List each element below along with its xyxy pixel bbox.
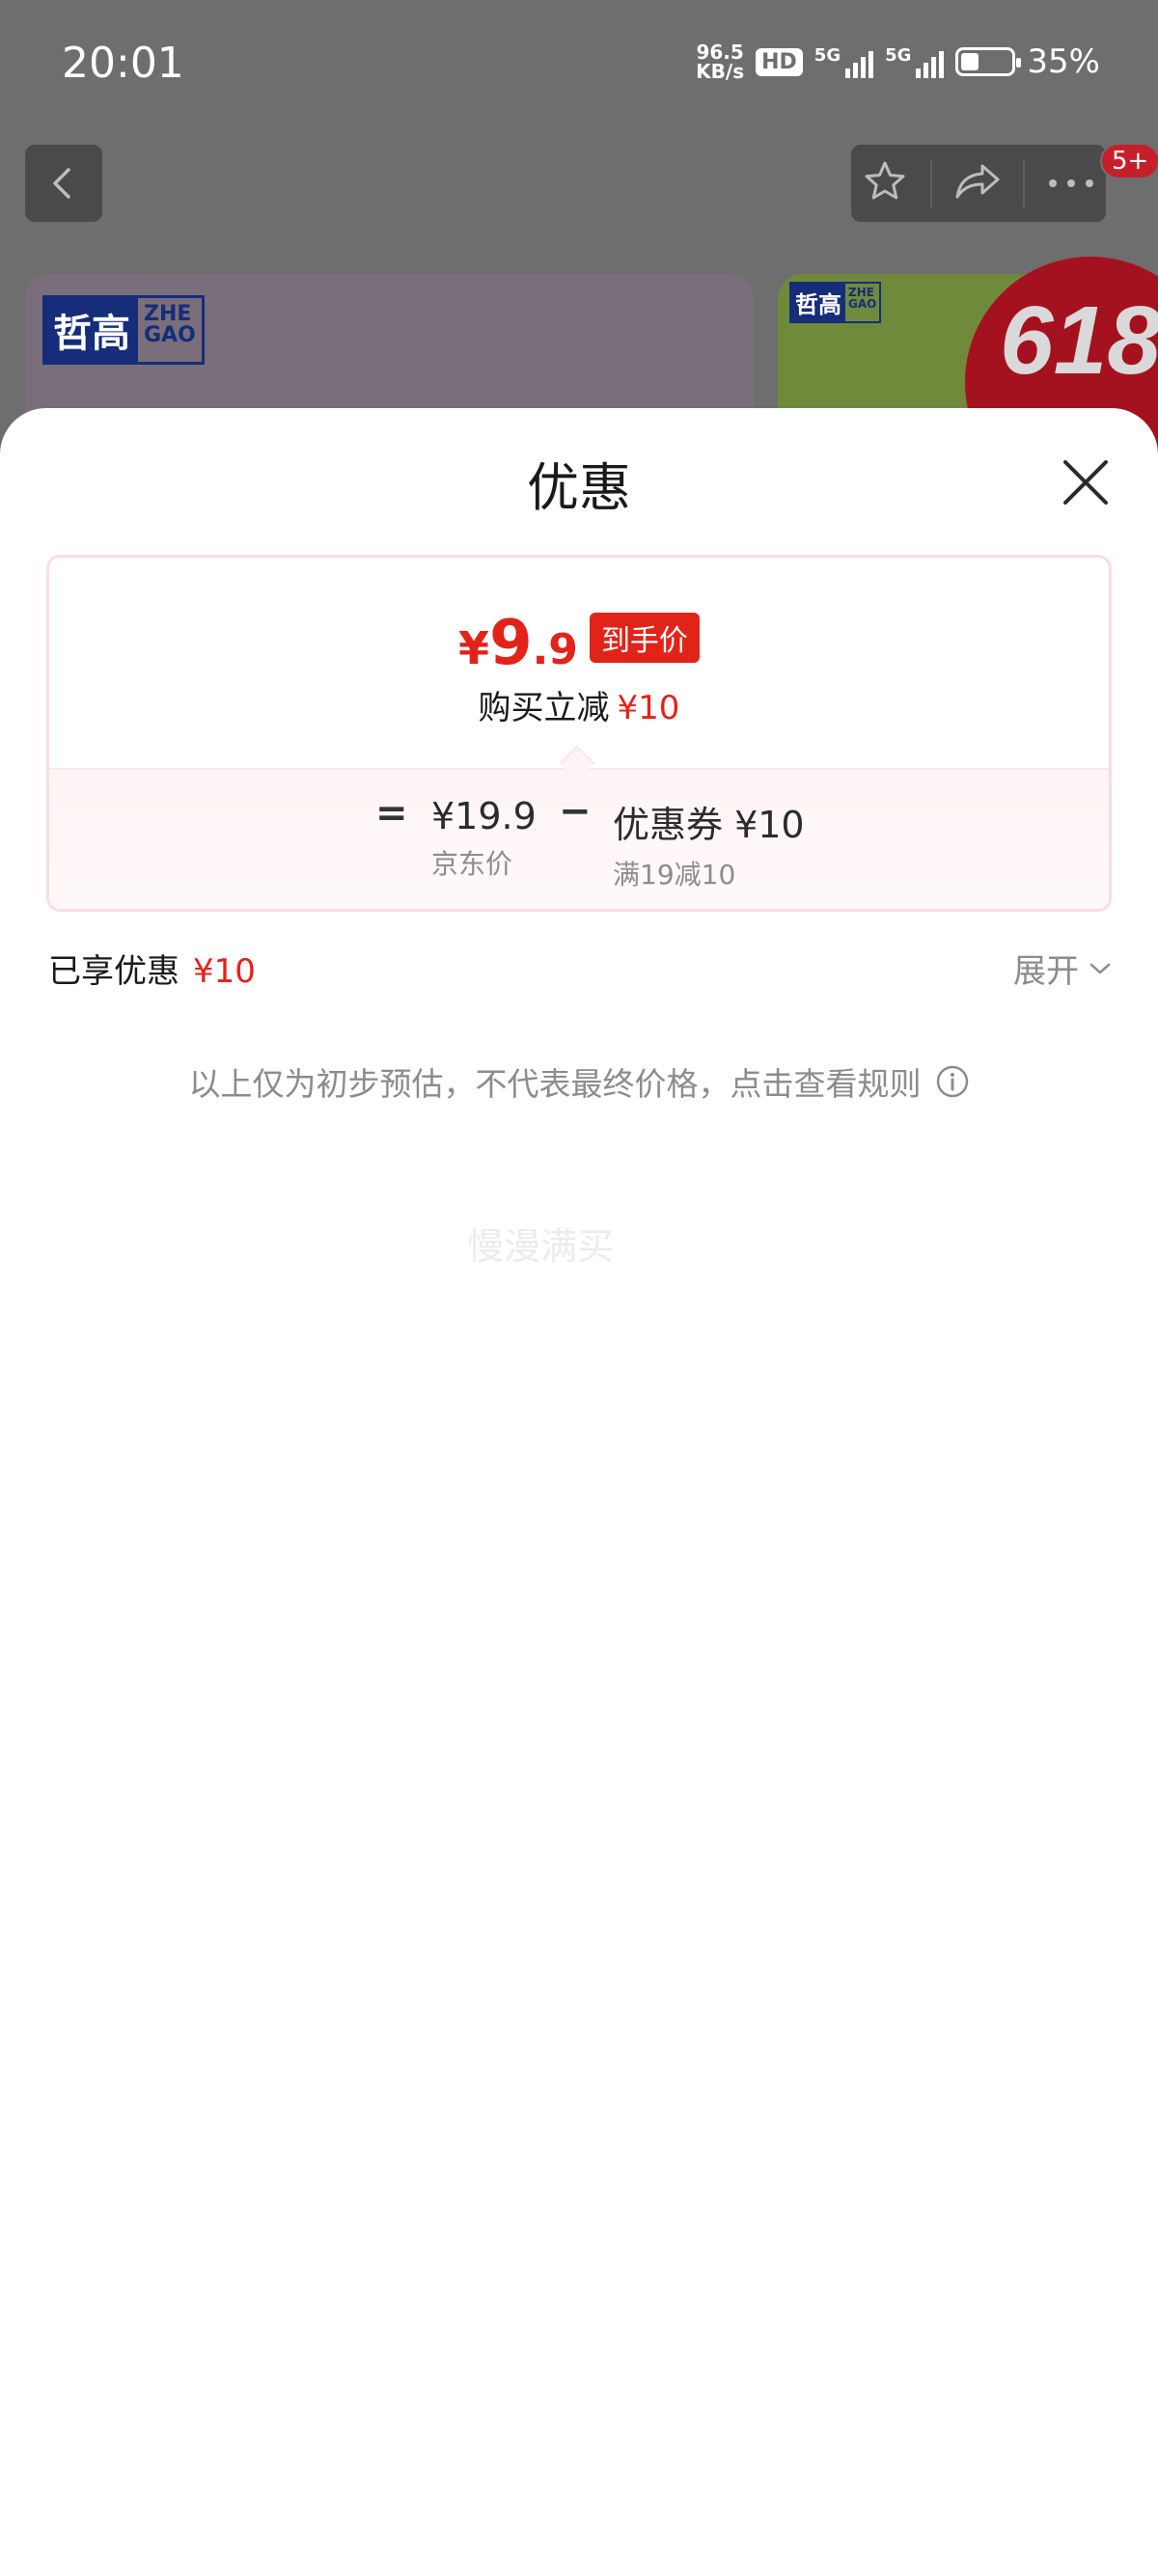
brand-en-line2: GAO bbox=[848, 297, 877, 311]
status-time: 20:01 bbox=[62, 39, 184, 88]
coupon-rule: 满19减10 bbox=[613, 859, 736, 891]
chevron-left-icon bbox=[53, 168, 70, 199]
disclaimer-link[interactable]: 以上仅为初步预估，不代表最终价格，点击查看规则 bbox=[0, 1058, 1158, 1105]
final-price-row: ¥9.9 到手价 bbox=[49, 608, 1109, 679]
close-button[interactable] bbox=[1054, 451, 1117, 514]
brand-logo: 哲高 ZHE GAO bbox=[42, 295, 205, 365]
coupon: 优惠券 ¥10 满19减10 bbox=[613, 795, 805, 892]
enjoyed-discount: 已享优惠 ¥10 bbox=[48, 945, 256, 992]
jd-price-value: ¥19.9 bbox=[431, 795, 537, 837]
favorite-button[interactable] bbox=[862, 158, 908, 208]
more-icon bbox=[1048, 178, 1093, 187]
discount-sheet: 优惠 ¥9.9 到手价 购买立减 ¥10 = ¥19.9 京东价 − 优惠券 ¥1… bbox=[0, 408, 1158, 2576]
minus-sign: − bbox=[559, 789, 592, 834]
network-speed-unit: KB/s bbox=[696, 60, 745, 83]
instant-reduction: 购买立减 ¥10 bbox=[49, 681, 1109, 728]
enjoyed-label: 已享优惠 bbox=[48, 952, 179, 991]
star-icon bbox=[865, 161, 905, 200]
battery-icon bbox=[955, 47, 1022, 76]
equals-sign: = bbox=[375, 791, 408, 836]
hd-icon: HD bbox=[756, 47, 803, 76]
brand-en-line2: GAO bbox=[144, 323, 196, 347]
network-speed: 96.5 KB/s bbox=[696, 42, 744, 81]
info-icon bbox=[936, 1065, 968, 1098]
watermark: 慢漫满买 bbox=[467, 1225, 615, 1268]
more-button[interactable] bbox=[1047, 175, 1095, 193]
jd-price: ¥19.9 京东价 bbox=[431, 795, 537, 882]
final-price: ¥9.9 bbox=[458, 608, 578, 679]
chevron-down-icon bbox=[1089, 963, 1111, 973]
signal-icon: 5G bbox=[885, 45, 945, 78]
share-icon bbox=[955, 164, 1000, 199]
expand-button[interactable]: 展开 bbox=[1013, 945, 1112, 992]
reduction-amount: ¥10 bbox=[617, 689, 680, 727]
final-price-integer: 9 bbox=[489, 608, 533, 679]
close-icon bbox=[1063, 460, 1108, 505]
message-badge: 5+ bbox=[1100, 143, 1158, 179]
final-price-tag: 到手价 bbox=[589, 613, 700, 663]
signal-icon: 5G bbox=[813, 45, 874, 78]
brand-en-line1: ZHE bbox=[144, 302, 192, 326]
reduction-label: 购买立减 bbox=[478, 689, 610, 727]
divider bbox=[929, 159, 932, 207]
jd-price-label: 京东价 bbox=[431, 848, 513, 880]
battery-percent: 35% bbox=[1027, 42, 1100, 81]
divider bbox=[1023, 159, 1026, 207]
network-speed-value: 96.5 bbox=[696, 41, 744, 64]
battery-level bbox=[961, 53, 979, 70]
sheet-title: 优惠 bbox=[527, 457, 631, 518]
final-price-decimal: .9 bbox=[532, 625, 578, 674]
back-button[interactable] bbox=[25, 145, 102, 222]
price-summary-card: ¥9.9 到手价 购买立减 ¥10 = ¥19.9 京东价 − 优惠券 ¥10 满… bbox=[46, 555, 1112, 912]
status-indicators: 96.5 KB/s HD 5G 5G 35% bbox=[696, 42, 1100, 81]
nav-actions bbox=[851, 145, 1106, 222]
coupon-value: 优惠券 ¥10 bbox=[613, 804, 805, 846]
signal-label: 5G bbox=[885, 45, 912, 66]
final-price-currency: ¥ bbox=[458, 622, 490, 674]
brand-name-cn: 哲高 bbox=[45, 298, 138, 362]
brand-name-cn: 哲高 bbox=[791, 284, 845, 321]
status-bar: 20:01 96.5 KB/s HD 5G 5G 35% bbox=[0, 0, 1158, 135]
share-button[interactable] bbox=[953, 158, 1002, 208]
brand-name-en: ZHE GAO bbox=[138, 298, 202, 362]
price-breakdown: = ¥19.9 京东价 − 优惠券 ¥10 满19减10 bbox=[49, 768, 1109, 909]
disclaimer-text: 以上仅为初步预估，不代表最终价格，点击查看规则 bbox=[188, 1065, 922, 1103]
signal-label: 5G bbox=[813, 45, 841, 66]
brand-name-en: ZHE GAO bbox=[845, 284, 880, 321]
brand-logo: 哲高 ZHE GAO bbox=[789, 282, 882, 323]
promo-text: 618 bbox=[1000, 287, 1158, 395]
expand-label: 展开 bbox=[1013, 952, 1079, 991]
enjoyed-amount: ¥10 bbox=[193, 952, 256, 991]
